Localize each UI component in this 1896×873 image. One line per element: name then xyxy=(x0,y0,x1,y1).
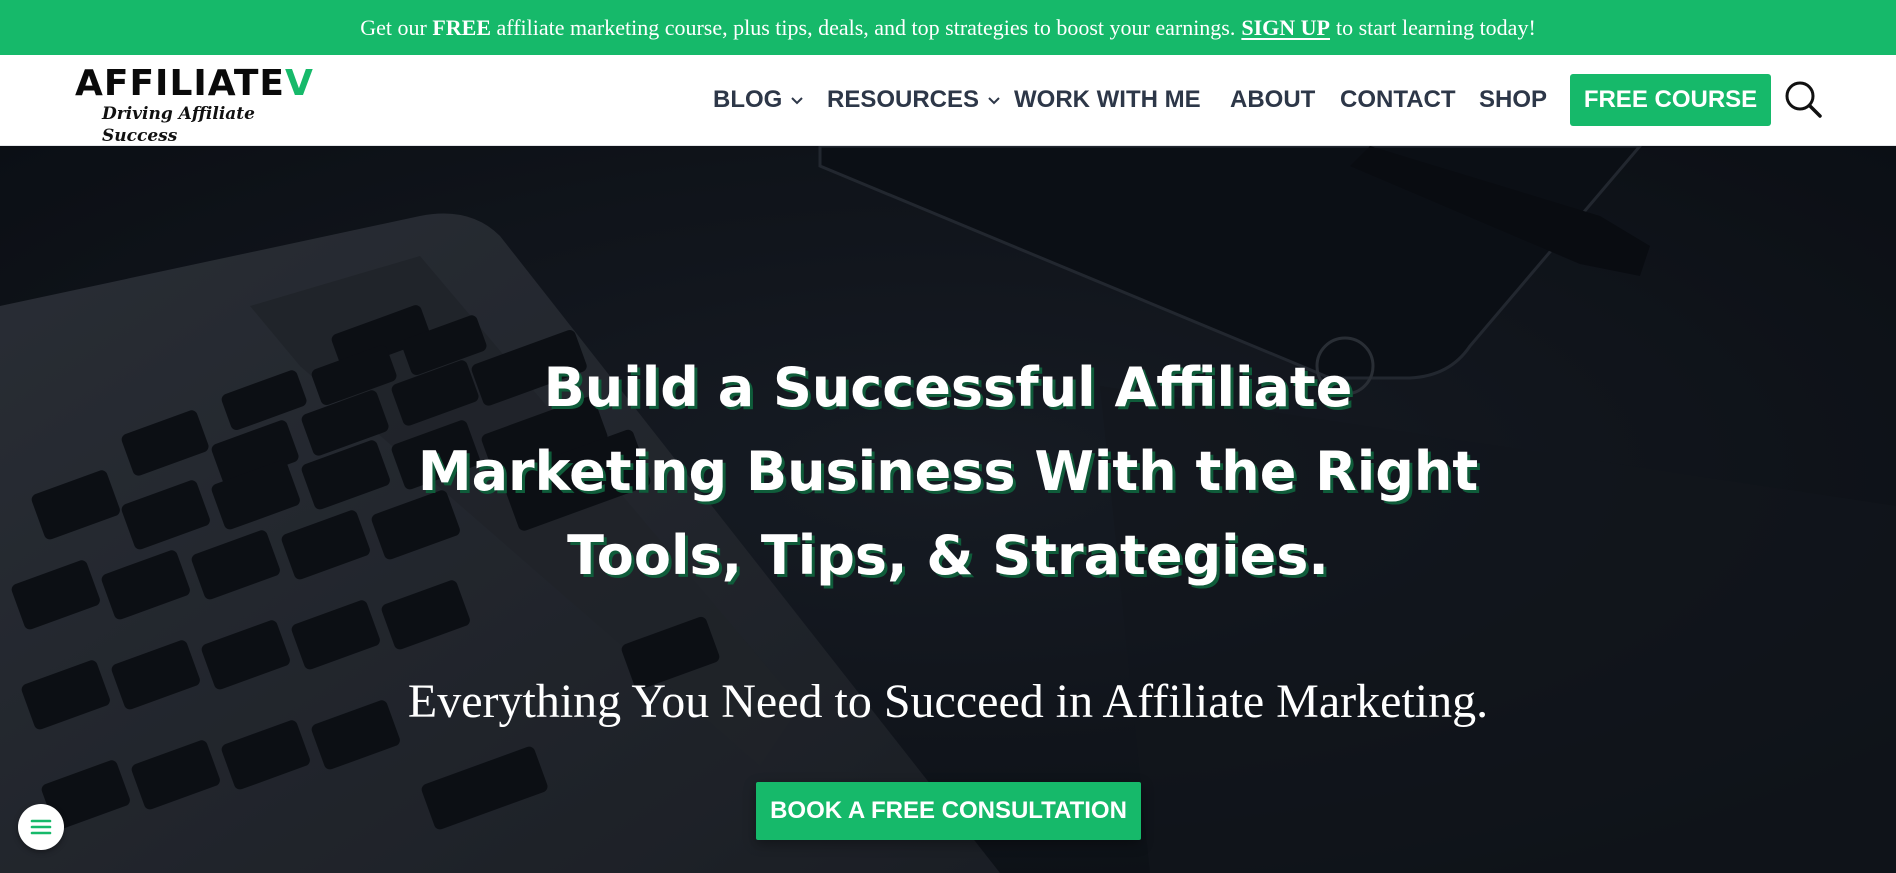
free-course-button[interactable]: FREE COURSE xyxy=(1570,74,1771,126)
hero-title-line-1: Build a Successful Affiliate xyxy=(543,356,1353,419)
search-icon[interactable] xyxy=(1783,79,1823,119)
hero-section: Build a Successful Affiliate Marketing B… xyxy=(0,146,1896,873)
announcement-free: FREE xyxy=(432,14,491,40)
hero-title-line-2: Marketing Business With the Right xyxy=(417,440,1479,503)
chevron-down-icon xyxy=(988,97,1000,105)
nav-item-resources[interactable]: RESOURCES xyxy=(827,85,1001,115)
site-header: AFFILIATEV Driving Affiliate Success BLO… xyxy=(0,55,1896,146)
main-nav: BLOG RESOURCES WORK WITH ME ABOUT CONTAC… xyxy=(0,55,1896,146)
hamburger-icon xyxy=(30,819,52,835)
nav-item-about[interactable]: ABOUT xyxy=(1230,85,1315,115)
hero-title: Build a Successful Affiliate Marketing B… xyxy=(398,346,1498,598)
announcement-text-after: to start learning today! xyxy=(1336,14,1536,40)
book-consultation-button[interactable]: BOOK A FREE CONSULTATION xyxy=(756,782,1141,840)
nav-item-blog[interactable]: BLOG xyxy=(713,85,804,115)
floating-menu-button[interactable] xyxy=(18,804,64,850)
nav-item-contact[interactable]: CONTACT xyxy=(1340,85,1456,115)
nav-item-shop[interactable]: SHOP xyxy=(1479,85,1547,115)
signup-link[interactable]: SIGN UP xyxy=(1241,15,1330,41)
nav-item-work-with-me[interactable]: WORK WITH ME xyxy=(1014,85,1201,115)
announcement-text-middle: affiliate marketing course, plus tips, d… xyxy=(496,14,1236,40)
chevron-down-icon xyxy=(791,97,804,105)
hero-subtitle: Everything You Need to Succeed in Affili… xyxy=(407,675,1489,728)
announcement-bar: Get our FREE affiliate marketing course,… xyxy=(0,0,1896,55)
announcement-text-before: Get our xyxy=(360,14,427,40)
hero-title-line-3: Tools, Tips, & Strategies. xyxy=(567,524,1329,587)
